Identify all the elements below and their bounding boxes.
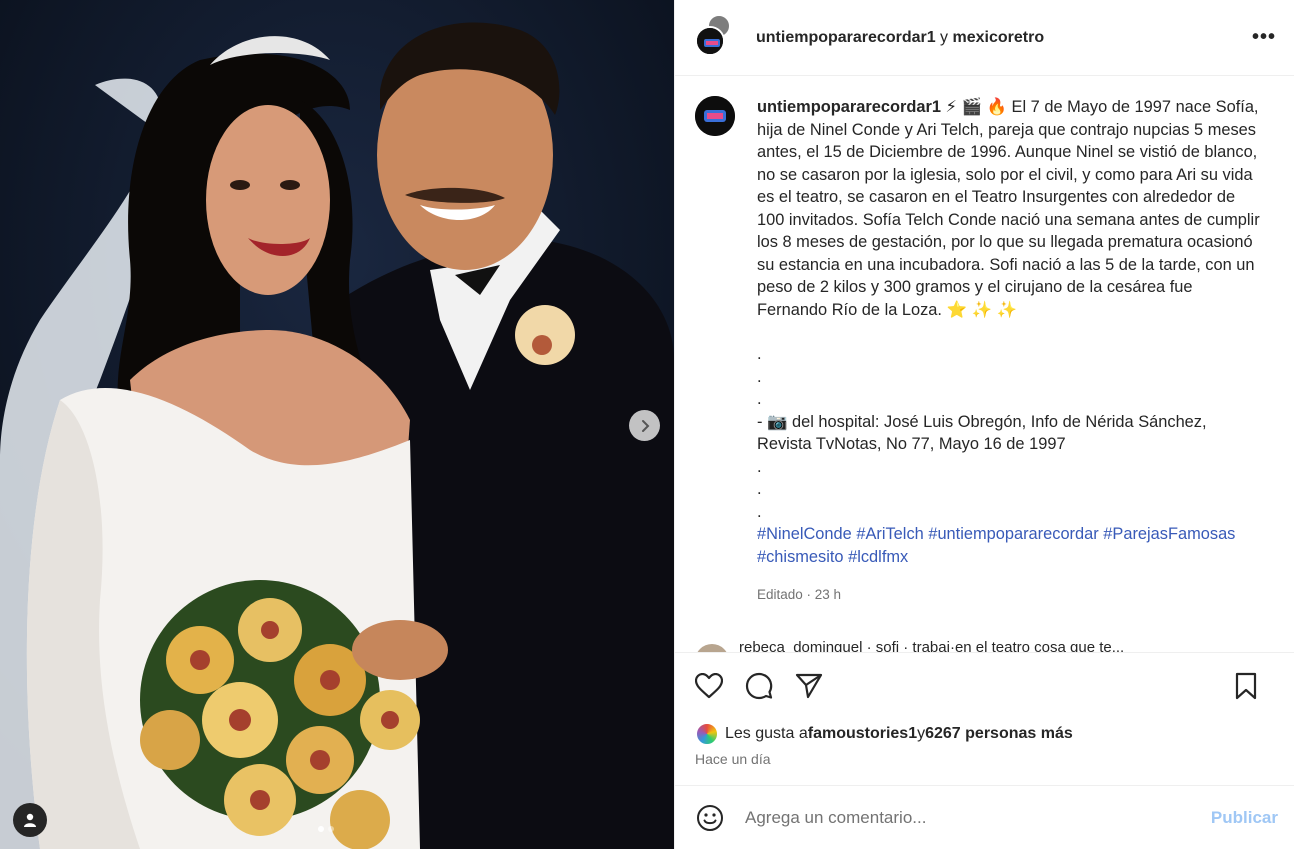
avatar[interactable]: [695, 96, 735, 136]
post-actions: [675, 652, 1294, 719]
logo-icon: [697, 27, 723, 54]
caption-dot: .: [757, 480, 762, 498]
avatar[interactable]: [695, 722, 719, 746]
caption-body: El 7 de Mayo de 1997 nace Sofía, hija de…: [757, 98, 1260, 319]
logo-icon: [695, 96, 735, 136]
emoji-button[interactable]: [695, 803, 725, 833]
comment-icon: [745, 672, 773, 700]
caption-dot: .: [757, 345, 762, 363]
hashtag-link[interactable]: #ParejasFamosas: [1103, 525, 1235, 543]
caption-username[interactable]: untiempopararecordar1: [757, 98, 941, 116]
post-header: untiempopararecordar1 y mexicoretro •••: [675, 0, 1294, 76]
bookmark-icon: [1235, 672, 1257, 700]
likes-others[interactable]: 6267 personas más: [925, 725, 1073, 743]
avatar[interactable]: [695, 644, 729, 652]
photo-credit: - 📷 del hospital: José Luis Obregón, Inf…: [757, 412, 1207, 454]
post-details-panel: untiempopararecordar1 y mexicoretro ••• …: [674, 0, 1294, 849]
user-icon: [24, 813, 36, 827]
post-timestamp[interactable]: Hace un día: [675, 749, 1294, 785]
caption-text: untiempopararecordar1 ⚡ 🎬 🔥 El 7 de Mayo…: [757, 96, 1262, 607]
share-button[interactable]: [793, 670, 825, 702]
comment-bar: Publicar: [675, 785, 1294, 849]
comments-section[interactable]: untiempopararecordar1 ⚡ 🎬 🔥 El 7 de Mayo…: [675, 76, 1294, 652]
avatar[interactable]: [695, 25, 725, 56]
wedding-photo: [0, 0, 674, 849]
emoji-icon: [697, 804, 723, 831]
chevron-right-icon: [641, 419, 649, 432]
more-options-button[interactable]: •••: [1252, 26, 1276, 49]
caption-meta: Editado · 23 h: [757, 587, 842, 602]
collab-username[interactable]: mexicoretro: [953, 29, 1045, 46]
author-username[interactable]: untiempopararecordar1: [756, 29, 936, 46]
comment-button[interactable]: [743, 670, 775, 702]
carousel-next-button[interactable]: [629, 410, 660, 441]
hashtag-link[interactable]: #lcdlfmx: [848, 548, 908, 566]
save-button[interactable]: [1230, 670, 1262, 702]
likes-connector: y: [917, 725, 926, 742]
author-connector: y: [935, 28, 953, 46]
hashtags: #NinelConde #AriTelch #untiempopararecor…: [757, 523, 1262, 568]
share-icon: [795, 673, 823, 699]
caption-end-emojis: ⭐ ✨ ✨: [941, 300, 1017, 319]
caption: untiempopararecordar1 ⚡ 🎬 🔥 El 7 de Mayo…: [695, 96, 1274, 607]
collab-avatars[interactable]: [695, 13, 739, 60]
post-media[interactable]: [0, 0, 674, 849]
caption-emojis: ⚡ 🎬 🔥: [941, 98, 1012, 116]
post-viewer: untiempopararecordar1 y mexicoretro ••• …: [0, 0, 1294, 849]
caption-dot: .: [757, 502, 762, 521]
likes-prefix: Les gusta a: [725, 725, 808, 742]
liker-username[interactable]: famoustories1: [808, 725, 917, 743]
like-button[interactable]: [693, 670, 725, 702]
likes-summary: Les gusta a famoustories1 y 6267 persona…: [675, 719, 1294, 749]
comment-input[interactable]: [745, 807, 1211, 828]
hashtag-link[interactable]: #AriTelch: [856, 525, 923, 543]
publish-button[interactable]: Publicar: [1211, 808, 1278, 828]
caption-dot: .: [757, 457, 762, 476]
comment-preview: rebeca_dominguel · sofi · trabaj·en el t…: [739, 639, 1125, 652]
carousel-dot: [328, 826, 334, 832]
carousel-dot: [318, 826, 324, 832]
hashtag-link[interactable]: #chismesito: [757, 548, 844, 566]
carousel-indicator: [318, 826, 334, 832]
tagged-users-button[interactable]: [13, 803, 47, 837]
hashtag-link[interactable]: #untiempopararecordar: [928, 525, 1098, 543]
caption-dot: .: [757, 390, 762, 408]
caption-dot: .: [757, 367, 762, 386]
hashtag-link[interactable]: #NinelConde: [757, 525, 852, 543]
heart-icon: [695, 673, 723, 699]
post-authors: untiempopararecordar1 y mexicoretro: [756, 29, 1044, 47]
